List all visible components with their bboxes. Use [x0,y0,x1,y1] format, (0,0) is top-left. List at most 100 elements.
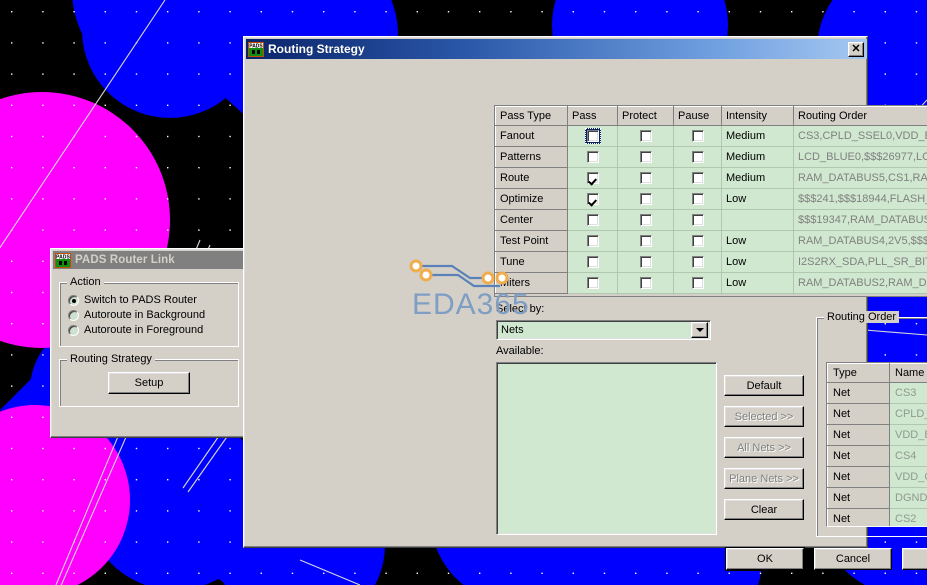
cell-name[interactable]: DGND [889,487,927,509]
close-icon[interactable]: ✕ [848,41,864,57]
table-row[interactable]: Route MediumRAM_DATABUS5,CS1,RAM_DATABUS4… [495,167,927,189]
cell-name[interactable]: VDD_CORE [889,466,927,488]
cell-intensity[interactable]: Medium [721,125,794,147]
cell-pause[interactable] [673,146,722,168]
cell-pass-type[interactable]: Tune [495,251,568,273]
cell-name[interactable]: CS2 [889,508,927,526]
cell-intensity[interactable]: Low [721,251,794,273]
col-name[interactable]: Name [889,363,927,383]
pass-checkbox[interactable] [586,151,599,164]
help-button[interactable]: Help [902,548,927,570]
list-item[interactable]: NetVDD_EMC [827,424,927,446]
cell-pass-type[interactable]: Fanout [495,125,568,147]
cell-routing-order[interactable]: CS3,CPLD_SSEL0,VDD_EMC,CS4,VDD_CORE,DGND… [793,125,927,147]
cell-routing-order[interactable]: RAM_DATABUS4,2V5,$$$26756,I2S1RX_SDA,CS1… [793,230,927,252]
cell-pass-type[interactable]: Test Point [495,230,568,252]
pass-checkbox[interactable] [586,172,599,185]
col-intensity[interactable]: Intensity [721,106,794,126]
cell-pause[interactable] [673,167,722,189]
cell-intensity[interactable] [721,209,794,231]
available-listbox[interactable] [496,362,717,535]
pass-checkbox[interactable] [586,235,599,248]
pause-checkbox[interactable] [691,256,704,269]
cell-routing-order[interactable]: I2S2RX_SDA,PLL_SR_BIT2,ETH_VDD,LCDVD15,$… [793,251,927,273]
protect-checkbox[interactable] [639,214,652,227]
radio-autoroute-background[interactable]: Autoroute in Background [68,309,230,321]
protect-checkbox[interactable] [639,172,652,185]
clear-button[interactable]: Clear [724,499,804,520]
radio-autoroute-foreground[interactable]: Autoroute in Foreground [68,324,230,336]
cell-routing-order[interactable]: RAM_DATABUS5,CS1,RAM_DATABUS4,UART_RX,RA… [793,167,927,189]
cell-pass-type[interactable]: Miters [495,272,568,294]
cell-type[interactable]: Net [827,508,890,526]
protect-checkbox[interactable] [639,193,652,206]
protect-checkbox[interactable] [639,277,652,290]
protect-checkbox[interactable] [639,235,652,248]
cell-type[interactable]: Net [827,382,890,404]
pause-checkbox[interactable] [691,214,704,227]
pause-checkbox[interactable] [691,277,704,290]
cell-pause[interactable] [673,125,722,147]
cell-pause[interactable] [673,230,722,252]
cell-protect[interactable] [617,167,674,189]
cell-pause[interactable] [673,188,722,210]
pass-checkbox[interactable] [586,214,599,227]
cell-protect[interactable] [617,230,674,252]
cell-routing-order[interactable]: RAM_DATABUS2,RAM_DATABUS6,RAM_DATABUS15, [793,272,927,294]
cell-type[interactable]: Net [827,487,890,509]
cell-intensity[interactable]: Low [721,230,794,252]
protect-checkbox[interactable] [639,130,652,143]
routing-strategy-dialog[interactable]: PADS Routing Strategy ✕ Pass Type Pass P… [243,36,927,570]
pass-checkbox[interactable] [586,130,599,143]
pause-checkbox[interactable] [691,172,704,185]
routing-order-list[interactable]: Type Name NetCS3NetCPLD_SSEL0NetVDD_EMCN… [826,362,927,527]
col-protect[interactable]: Protect [617,106,674,126]
col-pass[interactable]: Pass [567,106,618,126]
pass-table[interactable]: Pass Type Pass Protect Pause Intensity R… [494,105,927,297]
col-pause[interactable]: Pause [673,106,722,126]
cancel-button[interactable]: Cancel [814,548,892,570]
cell-intensity[interactable]: Medium [721,146,794,168]
list-item[interactable]: NetCPLD_SSEL0 [827,403,927,425]
setup-button[interactable]: Setup [108,372,190,394]
cell-pass[interactable] [567,251,618,273]
cell-routing-order[interactable]: $$$19347,RAM_DATABUS4,JTAG_TMS,CS2,RAM_D… [793,209,927,231]
cell-name[interactable]: CS3 [889,382,927,404]
table-row[interactable]: Miters LowRAM_DATABUS2,RAM_DATABUS6,RAM_D… [495,272,927,294]
cell-pause[interactable] [673,272,722,294]
pass-checkbox[interactable] [586,193,599,206]
cell-protect[interactable] [617,188,674,210]
list-item[interactable]: Net CS3 [827,382,927,404]
cell-pass-type[interactable]: Optimize [495,188,568,210]
radio-switch-to-pads-router[interactable]: Switch to PADS Router [68,294,230,306]
cell-type[interactable]: Net [827,466,890,488]
cell-pass[interactable] [567,125,618,147]
col-pass-type[interactable]: Pass Type [495,106,568,126]
pause-checkbox[interactable] [691,193,704,206]
table-row[interactable]: Fanout MediumCS3,CPLD_SSEL0,VDD_EMC,CS4,V… [495,125,927,147]
cell-pass[interactable] [567,146,618,168]
pause-checkbox[interactable] [691,235,704,248]
pause-checkbox[interactable] [691,130,704,143]
cell-pass[interactable] [567,272,618,294]
cell-type[interactable]: Net [827,403,890,425]
pads-router-link-window[interactable]: PADS PADS Router Link Action Switch to P… [50,248,248,438]
cell-protect[interactable] [617,251,674,273]
cell-type[interactable]: Net [827,445,890,467]
pass-checkbox[interactable] [586,256,599,269]
cell-type[interactable]: Net [827,424,890,446]
table-row[interactable]: Test Point LowRAM_DATABUS4,2V5,$$$26756,I… [495,230,927,252]
cell-routing-order[interactable]: LCD_BLUE0,$$$26977,LCDVD8,LCD_BLUE1,LCDV… [793,146,927,168]
pause-checkbox[interactable] [691,151,704,164]
default-button[interactable]: Default [724,375,804,396]
ok-button[interactable]: OK [726,548,804,570]
cell-protect[interactable] [617,125,674,147]
col-type[interactable]: Type [827,363,890,383]
cell-pass-type[interactable]: Route [495,167,568,189]
cell-routing-order[interactable]: $$$241,$$$18944,FLASH_DATABUS6,LCD_GREEN… [793,188,927,210]
list-item[interactable]: Net CS4 [827,445,927,467]
cell-pass-type[interactable]: Center [495,209,568,231]
cell-pass[interactable] [567,188,618,210]
cell-pass[interactable] [567,230,618,252]
select-by-dropdown[interactable]: Nets [496,320,711,340]
